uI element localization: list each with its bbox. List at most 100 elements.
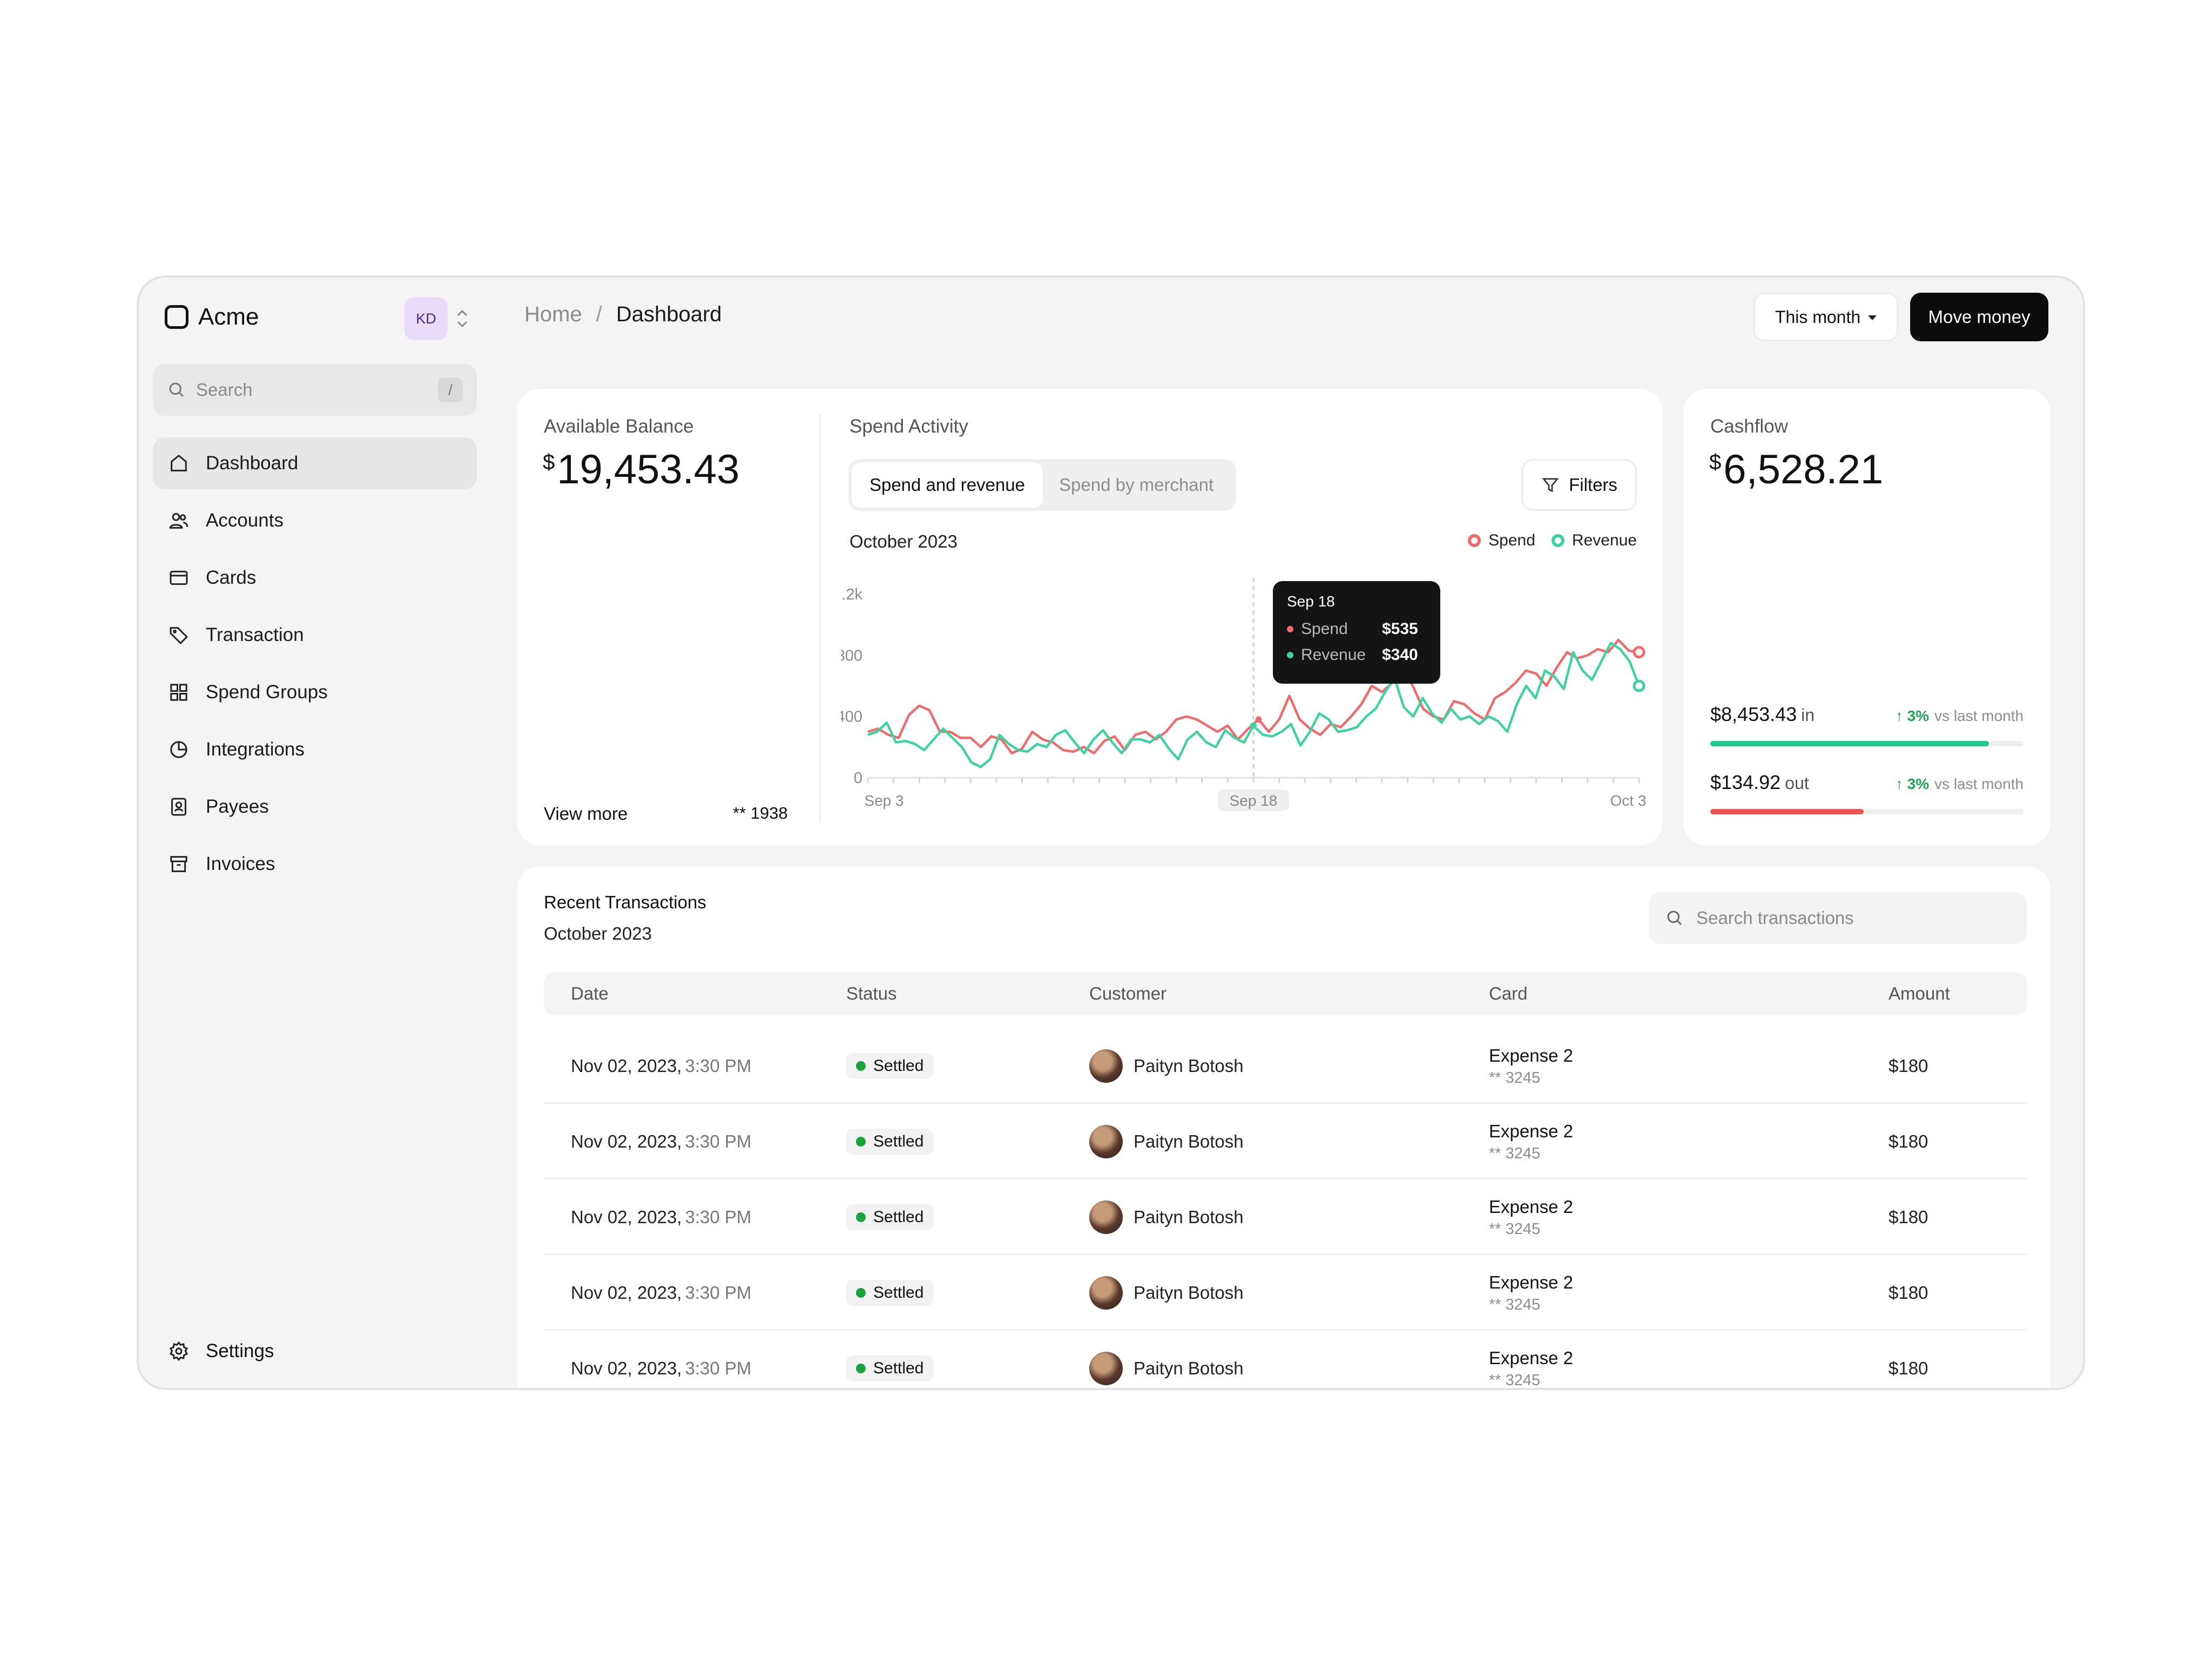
sidebar-item-label: Invoices — [206, 853, 275, 874]
sidebar-item-spend-groups[interactable]: Spend Groups — [153, 666, 477, 718]
customer-name[interactable]: Paityn Botosh — [1134, 1358, 1244, 1379]
table-row[interactable]: Nov 02, 2023, 3:30 PM Settled Paityn Botosh… — [544, 1255, 2027, 1331]
sidebar-item-label: Cards — [206, 567, 257, 588]
card-mask: ** 3245 — [1489, 1371, 1541, 1389]
period-label: This month — [1775, 307, 1861, 327]
sidebar-item-label: Dashboard — [206, 453, 299, 474]
chart-tabs: Spend and revenue Spend by merchant — [848, 459, 1236, 511]
customer-cell: Paityn Botosh — [1089, 1179, 1244, 1255]
app-window: Acme KD Search / Dashboard Accounts Card… — [137, 275, 2085, 1390]
cashflow-out-row: $134.92 out ↑ 3% vs last month — [1710, 771, 2024, 794]
tab-spend-by-merchant[interactable]: Spend by merchant — [1043, 462, 1230, 508]
status-badge: Settled — [846, 1355, 934, 1381]
brand-name: Acme — [198, 304, 259, 330]
tab-spend-and-revenue[interactable]: Spend and revenue — [852, 462, 1043, 508]
brand[interactable]: Acme — [165, 304, 259, 331]
tx-date: Nov 02, 2023, — [571, 1207, 682, 1227]
amount-cell: $180 — [1889, 1331, 1928, 1388]
status-badge: Settled — [846, 1129, 934, 1155]
sidebar-item-transaction[interactable]: Transaction — [153, 609, 477, 661]
search-placeholder: Search — [196, 380, 253, 400]
table-row[interactable]: Nov 02, 2023, 3:30 PM Settled Paityn Botosh… — [544, 1104, 2027, 1179]
column-date[interactable]: Date — [571, 972, 609, 1015]
tx-time: 3:30 PM — [685, 1131, 752, 1151]
avatar — [1089, 1201, 1123, 1234]
date-cell: Nov 02, 2023, 3:30 PM — [571, 1255, 751, 1331]
spend-activity-label: Spend Activity — [849, 416, 968, 437]
search-shortcut-key: / — [438, 377, 463, 402]
cashflow-currency: $ — [1709, 450, 1722, 474]
breadcrumb-home[interactable]: Home — [524, 302, 582, 327]
sidebar-item-invoices[interactable]: Invoices — [153, 838, 477, 890]
column-customer[interactable]: Customer — [1089, 972, 1166, 1015]
sidebar-item-integrations[interactable]: Integrations — [153, 724, 477, 775]
customer-name[interactable]: Paityn Botosh — [1134, 1207, 1244, 1228]
legend-item-spend[interactable]: Spend — [1468, 531, 1535, 550]
cashflow-card: Cashflow $ 6,528.21 $8,453.43 in ↑ 3% vs… — [1683, 389, 2051, 846]
series-line-spend — [867, 638, 1640, 754]
sidebar-search[interactable]: Search / — [153, 364, 477, 416]
status-dot — [856, 1137, 866, 1147]
balance-currency: $ — [543, 450, 555, 474]
status-cell: Settled — [846, 1104, 934, 1179]
amount-cell: $180 — [1889, 1255, 1928, 1331]
gear-icon — [169, 1341, 188, 1361]
search-icon — [1667, 911, 1682, 926]
column-card[interactable]: Card — [1489, 972, 1528, 1015]
sidebar-item-payees[interactable]: Payees — [153, 781, 477, 833]
tx-amount: $180 — [1889, 1358, 1928, 1378]
spend-revenue-chart[interactable]: 0 400 800 1.2k Sep 3 Sep 18 Oct 3 — [841, 572, 1651, 826]
period-dropdown[interactable]: This month — [1754, 293, 1898, 341]
y-tick-label: 400 — [841, 709, 862, 726]
legend-item-revenue[interactable]: Revenue — [1551, 531, 1637, 550]
card-cell: Expense 2 ** 3245 — [1489, 1179, 1573, 1255]
customer-cell: Paityn Botosh — [1089, 1331, 1244, 1388]
caret-down-icon — [1868, 315, 1877, 320]
card-name: Expense 2 — [1489, 1272, 1573, 1292]
cashflow-amount: 6,528.21 — [1723, 447, 1884, 493]
customer-name[interactable]: Paityn Botosh — [1134, 1131, 1244, 1152]
customer-cell: Paityn Botosh — [1089, 1028, 1244, 1104]
customer-name[interactable]: Paityn Botosh — [1134, 1283, 1244, 1303]
status-cell: Settled — [846, 1331, 934, 1388]
status-label: Settled — [873, 1057, 924, 1075]
breadcrumb-separator: / — [596, 302, 602, 326]
series-end-point-revenue — [1633, 679, 1645, 692]
tx-date: Nov 02, 2023, — [571, 1358, 682, 1378]
card-mask: ** 3245 — [1489, 1220, 1541, 1238]
move-money-button[interactable]: Move money — [1910, 293, 2048, 341]
chevron-updown-icon[interactable] — [454, 305, 470, 333]
sidebar-item-cards[interactable]: Cards — [153, 552, 477, 604]
cashflow-out-amount: $134.92 — [1710, 771, 1781, 793]
transactions-search-input[interactable]: Search transactions — [1649, 892, 2027, 944]
users-icon — [169, 513, 188, 529]
account-mask: ** 1938 — [733, 804, 788, 822]
acme-logo-icon — [165, 305, 188, 329]
chart-tooltip: Sep 18 Spend $535 Revenue $340 — [1273, 581, 1440, 684]
x-tick-label: Sep 18 — [1230, 792, 1278, 809]
filters-button[interactable]: Filters — [1521, 459, 1637, 511]
sidebar-item-accounts[interactable]: Accounts — [153, 495, 477, 547]
column-status[interactable]: Status — [846, 972, 897, 1015]
sidebar-item-label: Accounts — [206, 510, 284, 531]
amount-cell: $180 — [1889, 1028, 1928, 1104]
user-avatar[interactable]: KD — [404, 297, 448, 340]
sidebar-item-settings[interactable]: Settings — [153, 1325, 477, 1377]
table-row[interactable]: Nov 02, 2023, 3:30 PM Settled Paityn Botosh… — [544, 1179, 2027, 1255]
status-badge: Settled — [846, 1053, 934, 1079]
cashflow-label: Cashflow — [1710, 416, 1788, 437]
contact-icon — [171, 798, 186, 816]
customer-name[interactable]: Paityn Botosh — [1134, 1056, 1244, 1076]
table-row[interactable]: Nov 02, 2023, 3:30 PM Settled Paityn Botosh… — [544, 1028, 2027, 1104]
status-label: Settled — [873, 1359, 924, 1377]
amount-cell: $180 — [1889, 1179, 1928, 1255]
legend-label: Revenue — [1572, 531, 1637, 549]
cashflow-in-change: ↑ 3% — [1895, 707, 1930, 724]
table-row[interactable]: Nov 02, 2023, 3:30 PM Settled Paityn Botosh… — [544, 1331, 2027, 1389]
column-amount[interactable]: Amount — [1889, 972, 1950, 1015]
view-more-link[interactable]: View more — [544, 804, 628, 824]
sidebar-item-dashboard[interactable]: Dashboard — [153, 437, 477, 489]
y-tick-label: 800 — [841, 647, 862, 664]
date-cell: Nov 02, 2023, 3:30 PM — [571, 1104, 751, 1179]
x-tick-label: Sep 3 — [864, 792, 903, 809]
